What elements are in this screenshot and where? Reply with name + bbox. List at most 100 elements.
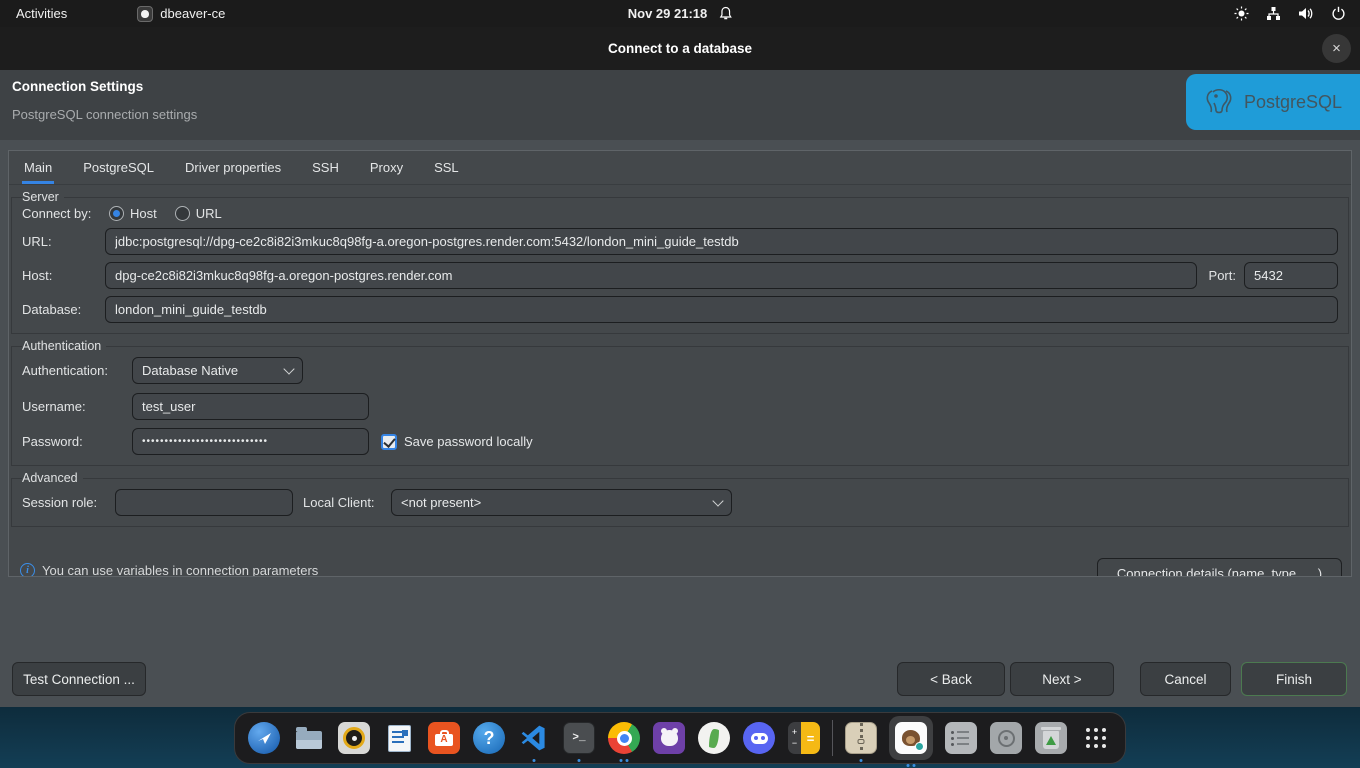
discord-icon[interactable]: [742, 721, 776, 755]
tab-driver-properties[interactable]: Driver properties: [183, 151, 283, 184]
connect-by-label: Connect by:: [22, 206, 109, 221]
app-grid-icon[interactable]: [1079, 721, 1113, 755]
archive-manager-icon[interactable]: [844, 721, 878, 755]
local-client-select[interactable]: <not present>: [391, 489, 732, 516]
volume-icon: [1298, 6, 1314, 21]
chevron-down-icon: [283, 363, 294, 374]
files-icon[interactable]: [292, 721, 326, 755]
dialog-title: Connect to a database: [608, 41, 752, 56]
info-icon: i: [20, 563, 35, 577]
advanced-group: Advanced Session role: Local Client: <no…: [11, 471, 1349, 527]
terminal-icon[interactable]: >_: [562, 721, 596, 755]
radio-url-dot: [175, 206, 190, 221]
variables-hint: i You can use variables in connection pa…: [20, 563, 318, 577]
focused-app-menu[interactable]: dbeaver-ce: [137, 6, 225, 22]
radio-connect-by-url[interactable]: URL: [175, 206, 222, 221]
port-label: Port:: [1209, 268, 1236, 283]
username-input[interactable]: [132, 393, 369, 420]
authentication-select[interactable]: Database Native: [132, 357, 303, 384]
vscode-icon[interactable]: [517, 721, 551, 755]
dbeaver-icon[interactable]: [889, 716, 933, 760]
desktop-wallpaper: A ? >_: [0, 707, 1360, 768]
save-password-label: Save password locally: [404, 434, 533, 449]
connection-details-button[interactable]: Connection details (name, type, ... ): [1097, 558, 1342, 577]
dialog-titlebar[interactable]: Connect to a database ×: [0, 27, 1360, 70]
advanced-group-legend: Advanced: [22, 471, 83, 485]
notification-bell-icon: [718, 6, 732, 21]
url-input[interactable]: [105, 228, 1338, 255]
thunderbird-icon[interactable]: [247, 721, 281, 755]
database-input[interactable]: [105, 296, 1338, 323]
local-client-value: <not present>: [401, 495, 481, 510]
content-footer: i You can use variables in connection pa…: [20, 558, 1342, 577]
url-label: URL:: [22, 234, 105, 249]
session-role-input[interactable]: [115, 489, 293, 516]
port-input[interactable]: [1244, 262, 1338, 289]
cancel-button[interactable]: Cancel: [1140, 662, 1231, 696]
username-label: Username:: [22, 399, 132, 414]
host-input[interactable]: [105, 262, 1197, 289]
trash-icon[interactable]: [1034, 721, 1068, 755]
calculator-icon[interactable]: +− =: [787, 721, 821, 755]
clock-label: Nov 29 21:18: [628, 6, 708, 21]
finish-button[interactable]: Finish: [1241, 662, 1347, 696]
page-subtitle: PostgreSQL connection settings: [12, 107, 197, 122]
password-input[interactable]: [132, 428, 369, 455]
focused-app-name: dbeaver-ce: [160, 6, 225, 21]
server-group-legend: Server: [22, 190, 64, 204]
rhythmbox-icon[interactable]: [337, 721, 371, 755]
close-icon[interactable]: ×: [1322, 34, 1351, 63]
dialog-button-row: Test Connection ... < Back Next > Cancel…: [12, 662, 1347, 696]
tab-proxy[interactable]: Proxy: [368, 151, 405, 184]
brightness-icon: [1234, 6, 1249, 21]
network-icon: [1266, 6, 1281, 21]
next-button[interactable]: Next >: [1010, 662, 1114, 696]
server-group: Server Connect by: Host URL URL:: [11, 190, 1349, 334]
session-role-label: Session role:: [22, 495, 115, 510]
radio-connect-by-host[interactable]: Host: [109, 206, 157, 221]
database-label: Database:: [22, 302, 105, 317]
power-icon: [1331, 6, 1346, 21]
radio-host-dot: [109, 206, 124, 221]
postgresql-logo: PostgreSQL: [1186, 74, 1360, 130]
save-password-checkbox[interactable]: [381, 434, 397, 450]
dock-separator: [832, 720, 833, 756]
authentication-value: Database Native: [142, 363, 238, 378]
authentication-group-legend: Authentication: [22, 339, 106, 353]
disks-icon[interactable]: [989, 721, 1023, 755]
connect-database-dialog: Connect to a database × Connection Setti…: [0, 27, 1360, 707]
libreoffice-writer-icon[interactable]: [382, 721, 416, 755]
test-connection-button[interactable]: Test Connection ...: [12, 662, 146, 696]
connection-settings-panel: Main PostgreSQL Driver properties SSH Pr…: [8, 150, 1352, 577]
dbeaver-app-icon: [137, 6, 153, 22]
local-client-label: Local Client:: [303, 495, 391, 510]
dialog-header: Connection Settings PostgreSQL connectio…: [0, 70, 1360, 140]
system-config-icon[interactable]: [944, 721, 978, 755]
authentication-label: Authentication:: [22, 363, 132, 378]
system-status-area[interactable]: [1234, 6, 1346, 21]
chevron-down-icon: [712, 495, 723, 506]
mongodb-icon[interactable]: [697, 721, 731, 755]
top-panel: Activities dbeaver-ce Nov 29 21:18: [0, 0, 1360, 27]
host-label: Host:: [22, 268, 105, 283]
tab-ssl[interactable]: SSL: [432, 151, 461, 184]
back-button[interactable]: < Back: [897, 662, 1005, 696]
help-icon[interactable]: ?: [472, 721, 506, 755]
tab-postgresql[interactable]: PostgreSQL: [81, 151, 156, 184]
activities-button[interactable]: Activities: [16, 6, 67, 21]
authentication-group: Authentication Authentication: Database …: [11, 339, 1349, 466]
clock-menu[interactable]: Nov 29 21:18: [628, 6, 733, 21]
ubuntu-software-icon[interactable]: A: [427, 721, 461, 755]
dock: A ? >_: [234, 712, 1126, 764]
screen: Activities dbeaver-ce Nov 29 21:18: [0, 0, 1360, 768]
tab-ssh[interactable]: SSH: [310, 151, 341, 184]
variables-hint-text: You can use variables in connection para…: [42, 563, 318, 577]
postgresql-logo-text: PostgreSQL: [1244, 92, 1342, 113]
tab-bar: Main PostgreSQL Driver properties SSH Pr…: [9, 151, 1351, 185]
tab-main[interactable]: Main: [22, 151, 54, 184]
chrome-icon[interactable]: [607, 721, 641, 755]
password-label: Password:: [22, 434, 132, 449]
postgresql-elephant-icon: [1202, 85, 1236, 119]
page-title: Connection Settings: [12, 79, 143, 94]
github-desktop-icon[interactable]: [652, 721, 686, 755]
